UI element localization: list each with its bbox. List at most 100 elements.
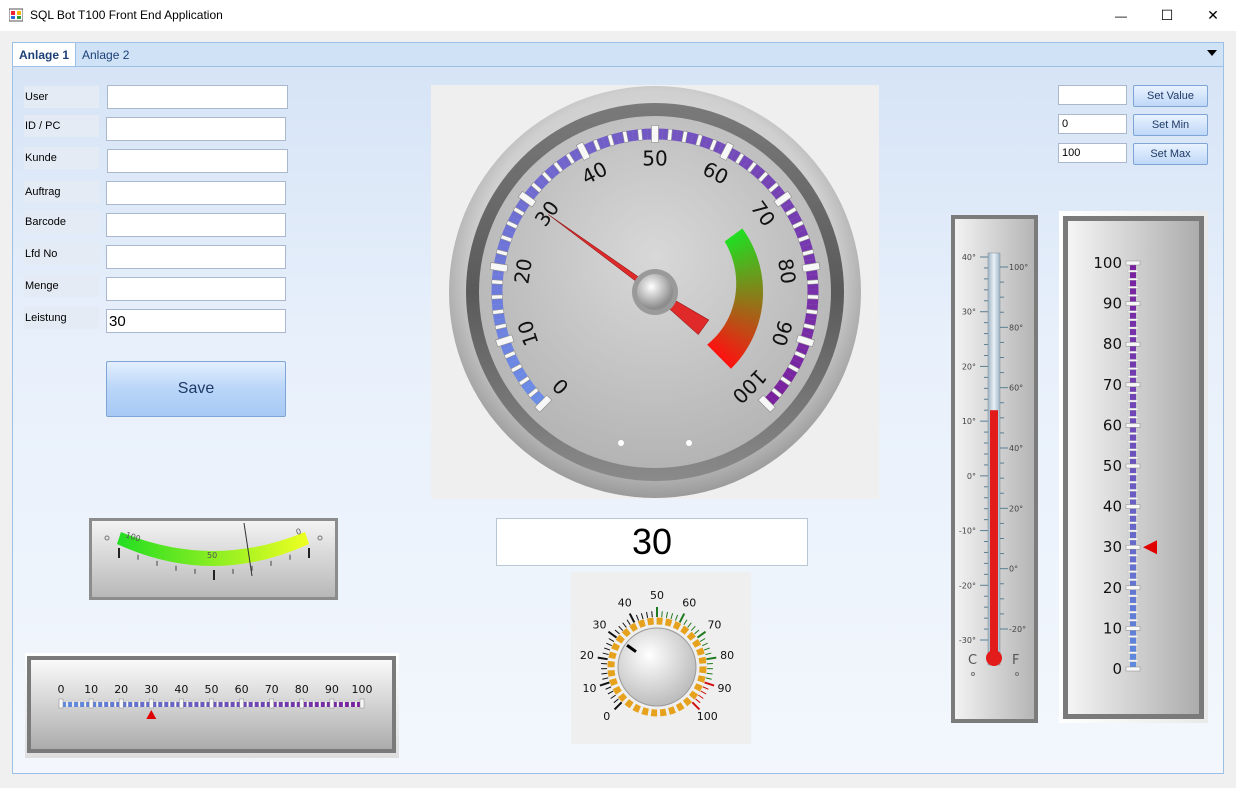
linear-scale-tick-minor	[65, 700, 69, 708]
linear-scale-tick-major	[58, 698, 64, 709]
knob-tick	[613, 701, 623, 711]
gauge-min-dot	[618, 440, 624, 446]
label-lfd-no: Lfd No	[24, 243, 99, 265]
linear-scale-tick-minor	[294, 700, 297, 708]
knob-tick	[703, 647, 710, 651]
linear-scale-label: 100	[352, 683, 373, 696]
knob-label: 100	[697, 710, 718, 723]
vertical-scale-tick-minor	[1127, 578, 1139, 581]
label-id-pc: ID / PC	[24, 115, 99, 137]
linear-scale-tick-minor	[324, 700, 328, 708]
linear-scale-tick-minor	[108, 700, 111, 708]
linear-scale-tick-minor	[168, 700, 171, 708]
vertical-scale-label: 90	[1103, 295, 1122, 313]
menge-input[interactable]	[106, 277, 286, 301]
linear-scale-tick-minor	[204, 700, 207, 708]
linear-scale-label: 30	[144, 683, 158, 696]
save-button[interactable]: Save	[106, 361, 286, 417]
main-gauge: 0 10 20 30 40 50 60 70 80 90 100	[431, 85, 879, 499]
linear-scale-tick-minor	[192, 700, 195, 708]
knob-tick	[665, 611, 668, 618]
max-input[interactable]	[1058, 143, 1127, 163]
knob-label: 40	[618, 597, 632, 610]
linear-scale-tick-minor	[252, 700, 255, 708]
thermometer-label-f: 100°	[1009, 263, 1028, 272]
vertical-scale-label: 100	[1093, 254, 1122, 272]
knob-tick	[694, 629, 700, 635]
gauge-tick	[491, 279, 504, 285]
vertical-scale-svg: 1009080706050403020100	[1063, 216, 1204, 719]
vertical-scale-tick-minor	[1127, 440, 1139, 443]
set-min-button[interactable]: Set Min	[1133, 114, 1208, 136]
close-button[interactable]: ✕	[1190, 0, 1236, 31]
knob-tick	[696, 630, 707, 639]
linear-scale-tick-minor	[306, 700, 309, 708]
knob-label: 0	[603, 710, 610, 723]
knob-tick	[604, 647, 611, 651]
id-pc-input[interactable]	[106, 117, 286, 141]
linear-scale-tick-major	[179, 698, 184, 709]
linear-scale-label: 90	[325, 683, 339, 696]
gauge-tick	[637, 128, 643, 141]
vertical-scale-tick-minor	[1127, 375, 1139, 378]
linear-scale-tick-minor	[258, 700, 261, 708]
knob-tick	[640, 613, 644, 620]
close-icon: ✕	[1207, 7, 1219, 23]
user-input[interactable]	[107, 85, 288, 109]
vertical-scale-tick-minor	[1127, 513, 1139, 516]
leistung-input[interactable]	[106, 309, 286, 333]
linear-scale-tick-minor	[77, 700, 81, 708]
linear-scale-tick-minor	[222, 700, 225, 708]
linear-scale-tick-minor	[156, 700, 159, 708]
knob-tick	[614, 629, 620, 635]
linear-scale-tick-minor	[132, 700, 135, 708]
barcode-input[interactable]	[106, 213, 286, 237]
knob-tick	[646, 611, 649, 618]
vertical-scale-tick-minor	[1127, 326, 1139, 330]
auftrag-input[interactable]	[106, 181, 286, 205]
knob-tick	[635, 614, 640, 621]
vertical-scale-tick-minor	[1127, 529, 1139, 533]
thermometer-mercury	[990, 410, 998, 658]
thermometer-label-c: -10°	[959, 527, 976, 536]
tab-anlage-2[interactable]: Anlage 2	[76, 43, 135, 67]
linear-scale-tick-minor	[234, 700, 237, 708]
gauge-readout: 30	[496, 518, 808, 566]
knob-tick	[597, 656, 608, 661]
tab-anlage-1[interactable]: Anlage 1	[13, 43, 77, 67]
label-menge: Menge	[24, 275, 99, 297]
kunde-input[interactable]	[107, 149, 288, 173]
thermometer-unit-c: C	[968, 653, 977, 668]
label-kunde: Kunde	[24, 147, 99, 169]
linear-scale-tick-minor	[126, 700, 129, 708]
knob-tick	[607, 630, 618, 639]
knob-label: 50	[650, 589, 664, 602]
maximize-button[interactable]: ☐	[1144, 0, 1190, 31]
linear-scale-tick-minor	[354, 700, 358, 708]
knob-tick	[605, 686, 612, 690]
knob-dial[interactable]	[617, 627, 697, 707]
lfd-no-input[interactable]	[106, 245, 286, 269]
value-input[interactable]	[1058, 85, 1127, 105]
vertical-scale-tick-minor	[1127, 643, 1139, 646]
linear-scale-tick-major	[149, 698, 154, 709]
knob-tick	[702, 686, 709, 690]
set-max-button[interactable]: Set Max	[1133, 143, 1208, 165]
knob-tick	[601, 672, 608, 675]
main-gauge-svg: 010203040 50 60708090100	[449, 86, 861, 498]
label-barcode: Barcode	[24, 211, 99, 233]
vertical-scale-tick-major	[1125, 585, 1141, 591]
linear-scale-tick-minor	[144, 700, 147, 708]
minimize-button[interactable]: —	[1098, 0, 1144, 31]
vertical-scale-tick-major	[1125, 301, 1141, 306]
thermometer-label-f: 0°	[1009, 565, 1018, 574]
tab-dropdown-icon[interactable]	[1207, 50, 1217, 56]
arc-meter-label-50: 50	[207, 551, 217, 560]
thermometer-label-f: 20°	[1009, 504, 1023, 513]
knob-control[interactable]: 0 10 20 30 40 50 60 70 80 90 100	[571, 572, 751, 744]
vertical-scale-tick-minor	[1127, 570, 1139, 573]
gauge-tick	[806, 279, 819, 285]
set-value-button[interactable]: Set Value	[1133, 85, 1208, 107]
vertical-scale-tick-minor	[1127, 416, 1139, 419]
min-input[interactable]	[1058, 114, 1127, 134]
